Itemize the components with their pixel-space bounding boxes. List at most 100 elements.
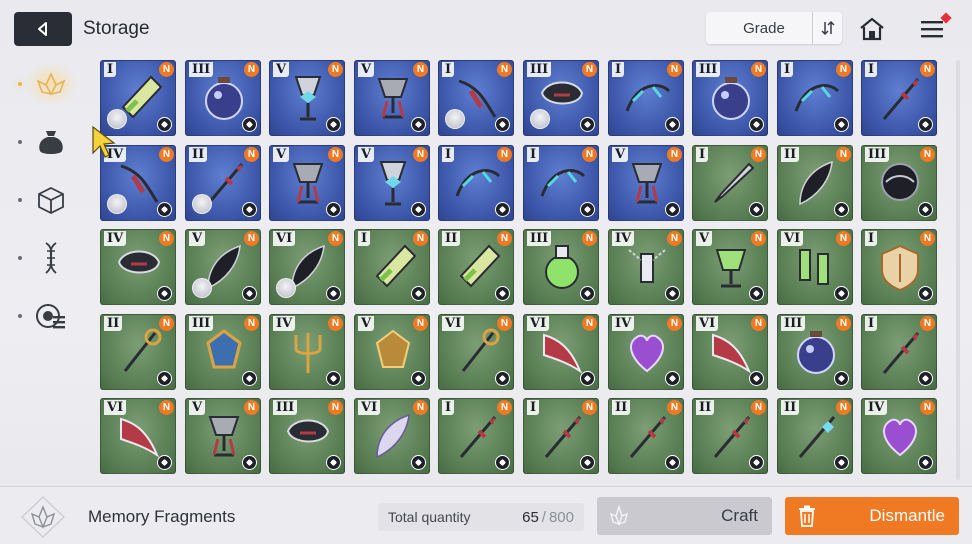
new-badge: N bbox=[328, 231, 343, 246]
new-badge: N bbox=[497, 231, 512, 246]
new-badge: N bbox=[667, 400, 682, 415]
equipped-character-avatar bbox=[107, 194, 127, 214]
dismantle-button[interactable]: Dismantle bbox=[785, 497, 959, 535]
tab-dna[interactable] bbox=[18, 236, 78, 280]
new-badge: N bbox=[920, 147, 935, 162]
tab-memory-fragments[interactable] bbox=[18, 62, 78, 106]
item-grade: VI bbox=[781, 231, 804, 246]
item-card[interactable]: IV N bbox=[269, 314, 345, 390]
item-card[interactable]: II N bbox=[777, 398, 853, 474]
item-card[interactable]: VN bbox=[269, 145, 345, 221]
item-card[interactable]: IN bbox=[438, 398, 514, 474]
item-card[interactable]: IN bbox=[523, 145, 599, 221]
item-card[interactable]: IN bbox=[692, 145, 768, 221]
new-badge: N bbox=[667, 62, 682, 77]
item-card[interactable]: III N bbox=[269, 398, 345, 474]
tab-indicator-dot bbox=[18, 198, 22, 202]
dna-icon bbox=[45, 242, 57, 274]
item-card[interactable]: IV N bbox=[608, 229, 684, 305]
item-card[interactable]: VN bbox=[354, 314, 430, 390]
grid-scrollbar[interactable] bbox=[956, 60, 960, 480]
item-card[interactable]: VI N bbox=[438, 314, 514, 390]
new-badge: N bbox=[159, 400, 174, 415]
item-card[interactable]: VN bbox=[269, 60, 345, 136]
new-badge: N bbox=[244, 62, 259, 77]
new-badge: N bbox=[497, 147, 512, 162]
lotus-icon bbox=[36, 72, 66, 96]
item-card[interactable]: III N bbox=[185, 314, 261, 390]
item-type-icon bbox=[665, 117, 680, 132]
item-card[interactable]: VN bbox=[692, 229, 768, 305]
item-card[interactable]: III N bbox=[777, 314, 853, 390]
item-card[interactable]: IV N bbox=[100, 229, 176, 305]
item-card[interactable]: IN bbox=[523, 398, 599, 474]
new-badge: N bbox=[159, 231, 174, 246]
item-grade: I bbox=[696, 147, 709, 162]
item-grade: I bbox=[104, 62, 117, 77]
tab-pouch[interactable] bbox=[18, 120, 78, 164]
new-badge: N bbox=[920, 231, 935, 246]
item-card[interactable]: II N bbox=[438, 229, 514, 305]
item-type-icon bbox=[834, 202, 849, 217]
item-grade: VI bbox=[442, 316, 465, 331]
item-card[interactable]: VN bbox=[185, 398, 261, 474]
item-card[interactable]: II N bbox=[777, 145, 853, 221]
sort-select[interactable]: Grade bbox=[706, 12, 842, 44]
item-card[interactable]: III N bbox=[523, 60, 599, 136]
craft-label: Craft bbox=[721, 506, 758, 525]
item-card[interactable]: VI N bbox=[354, 398, 430, 474]
sort-order-icon[interactable] bbox=[812, 12, 842, 44]
item-type-icon bbox=[242, 371, 257, 386]
item-card[interactable]: II N bbox=[100, 314, 176, 390]
item-card[interactable]: VI N bbox=[692, 314, 768, 390]
back-button[interactable] bbox=[14, 12, 72, 46]
item-grade: V bbox=[612, 147, 629, 162]
item-card[interactable]: VN bbox=[185, 229, 261, 305]
pointer-cursor-icon bbox=[92, 125, 116, 158]
item-grade: IV bbox=[865, 400, 888, 415]
item-card[interactable]: VI N bbox=[777, 229, 853, 305]
item-grade: IV bbox=[273, 316, 296, 331]
item-card[interactable]: IN bbox=[354, 229, 430, 305]
item-card[interactable]: III N bbox=[692, 60, 768, 136]
item-card[interactable]: IN bbox=[777, 60, 853, 136]
craft-button[interactable]: Craft bbox=[597, 497, 772, 535]
item-card[interactable]: IN bbox=[861, 229, 937, 305]
new-badge: N bbox=[582, 147, 597, 162]
item-card[interactable]: II N bbox=[608, 398, 684, 474]
item-card[interactable]: VI N bbox=[523, 314, 599, 390]
new-badge: N bbox=[159, 147, 174, 162]
item-card[interactable]: IN bbox=[438, 60, 514, 136]
item-card[interactable]: VI N bbox=[100, 398, 176, 474]
item-card[interactable]: VN bbox=[608, 145, 684, 221]
item-card[interactable]: IV N bbox=[861, 398, 937, 474]
new-badge: N bbox=[413, 400, 428, 415]
item-type-icon bbox=[834, 286, 849, 301]
item-card[interactable]: II N bbox=[692, 398, 768, 474]
item-card[interactable]: VN bbox=[354, 60, 430, 136]
item-card[interactable]: III N bbox=[861, 145, 937, 221]
item-grade: VI bbox=[696, 316, 719, 331]
equipped-character-avatar bbox=[192, 278, 212, 298]
item-type-icon bbox=[495, 455, 510, 470]
item-card[interactable]: IV N bbox=[608, 314, 684, 390]
home-button[interactable] bbox=[854, 12, 890, 46]
item-card[interactable]: IN bbox=[861, 60, 937, 136]
tab-badge-list[interactable] bbox=[18, 294, 78, 338]
main-menu-button[interactable] bbox=[912, 12, 952, 46]
item-grade: III bbox=[865, 147, 890, 162]
item-card[interactable]: VN bbox=[354, 145, 430, 221]
item-type-icon bbox=[834, 117, 849, 132]
item-card[interactable]: III N bbox=[185, 60, 261, 136]
item-card[interactable]: III N bbox=[523, 229, 599, 305]
hamburger-menu-icon bbox=[921, 21, 943, 38]
item-card[interactable]: IN bbox=[438, 145, 514, 221]
item-card[interactable]: VI N bbox=[269, 229, 345, 305]
item-card[interactable]: IN bbox=[861, 314, 937, 390]
new-badge: N bbox=[244, 400, 259, 415]
item-card[interactable]: II N bbox=[185, 145, 261, 221]
tab-cube[interactable] bbox=[18, 178, 78, 222]
item-card[interactable]: IN bbox=[608, 60, 684, 136]
item-type-icon bbox=[242, 455, 257, 470]
new-badge: N bbox=[159, 62, 174, 77]
